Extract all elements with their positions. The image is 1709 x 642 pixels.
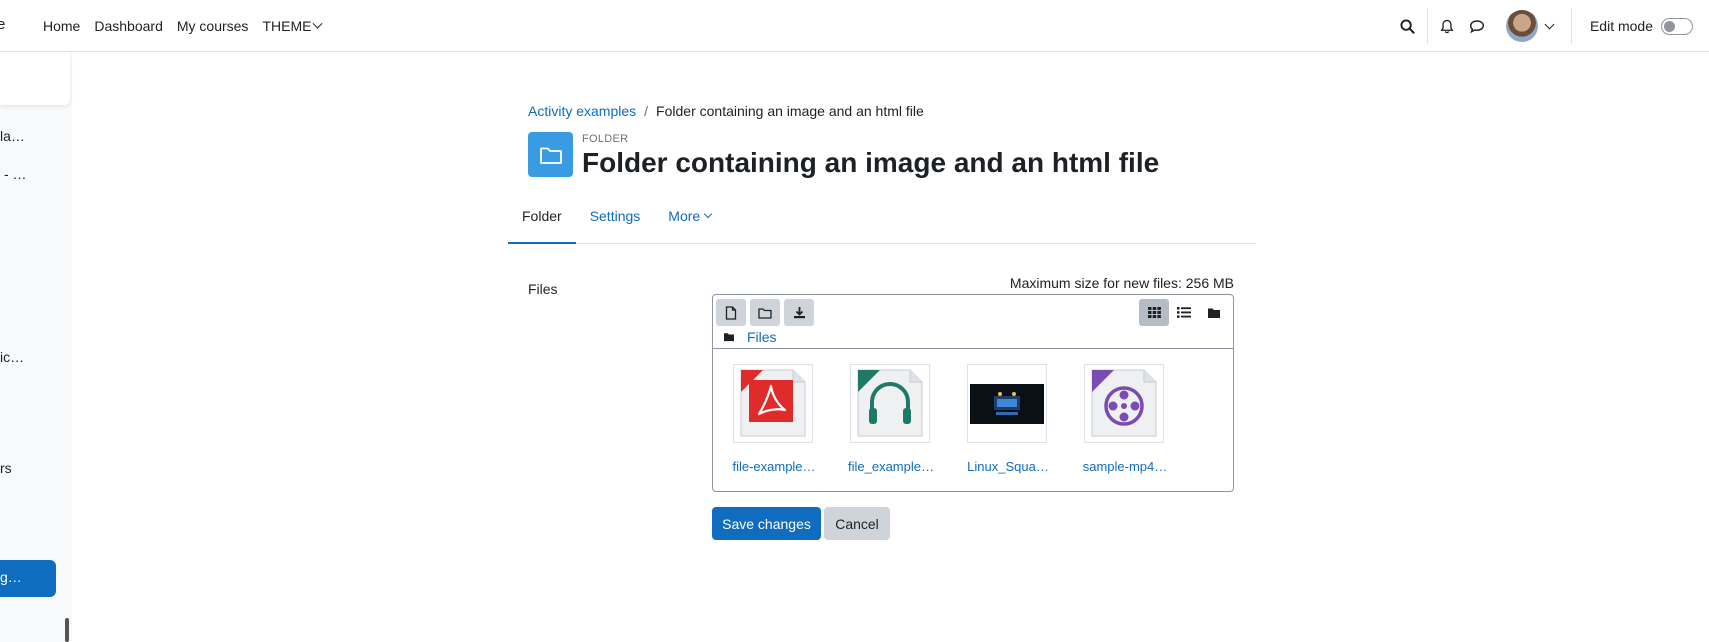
navbar-user-area: Edit mode (1393, 0, 1709, 52)
file-item[interactable]: file-example… (724, 364, 824, 474)
file-icon (725, 305, 737, 320)
add-file-button[interactable] (716, 299, 746, 326)
breadcrumb-separator: / (644, 103, 649, 119)
notifications-button[interactable] (1432, 11, 1462, 41)
pdf-icon (740, 369, 806, 436)
tab-settings[interactable]: Settings (576, 194, 655, 244)
search-icon (1400, 18, 1416, 34)
tab-more-label: More (668, 208, 701, 224)
file-manager-toolbar: Files (713, 295, 1233, 349)
save-changes-button[interactable]: Save changes (712, 507, 821, 540)
edit-mode-label: Edit mode (1589, 18, 1653, 34)
max-size-note: Maximum size for new files: 256 MB (1009, 275, 1234, 291)
drawer-item-active[interactable]: g… (0, 560, 56, 597)
file-name[interactable]: Linux_Squa… (958, 459, 1058, 474)
drawer-item[interactable]: - … (4, 166, 27, 182)
title-block: FOLDER Folder containing an image and an… (582, 132, 1159, 179)
file-name[interactable]: file-example… (724, 459, 824, 474)
nav-dashboard[interactable]: Dashboard (87, 18, 170, 34)
download-icon (793, 307, 805, 319)
navbar-divider (1570, 8, 1572, 44)
view-list-button[interactable] (1169, 299, 1199, 326)
audio-icon (857, 369, 923, 436)
folder-filled-icon (724, 333, 734, 342)
file-name[interactable]: sample-mp4… (1075, 459, 1175, 474)
file-manager-path: Files (723, 329, 777, 345)
file-item[interactable]: file_example… (841, 364, 941, 474)
site-brand[interactable]: e (0, 16, 5, 33)
messages-button[interactable] (1462, 11, 1492, 41)
image-thumbnail (970, 383, 1044, 424)
breadcrumb-current: Folder containing an image and an html f… (656, 103, 924, 119)
navbar-divider (1426, 8, 1428, 44)
path-root-link[interactable]: Files (747, 329, 777, 345)
avatar[interactable] (1505, 10, 1538, 42)
download-all-button[interactable] (784, 299, 814, 326)
file-item[interactable]: Linux_Squa… (958, 364, 1058, 474)
tab-folder[interactable]: Folder (508, 194, 576, 244)
page-header: FOLDER Folder containing an image and an… (528, 132, 1159, 179)
primary-navigation: Home Dashboard My courses THEME (36, 0, 328, 52)
page-title: Folder containing an image and an html f… (582, 147, 1160, 178)
chevron-down-icon (312, 18, 323, 29)
folder-filled-icon (1208, 308, 1220, 318)
file-thumbnail[interactable] (1084, 364, 1164, 443)
file-thumbnail[interactable] (733, 364, 813, 443)
secondary-navigation: Folder Settings More (508, 194, 1256, 244)
file-thumbnail[interactable] (850, 364, 930, 443)
course-index-drawer: la… - … ic… rs g… (0, 52, 72, 642)
view-tree-button[interactable] (1199, 299, 1229, 326)
top-navbar: e Home Dashboard My courses THEME Edit m… (0, 0, 1709, 52)
video-icon (1091, 369, 1157, 436)
chevron-down-icon[interactable] (1544, 19, 1555, 29)
nav-theme-label: THEME (262, 18, 312, 34)
grid-icon (1147, 307, 1161, 318)
toggle-knob (1664, 20, 1675, 32)
edit-mode-toggle[interactable] (1661, 17, 1693, 35)
file-manager: Files file-example… file_example… Linux_… (712, 294, 1234, 492)
files-field-label: Files (528, 281, 558, 297)
drawer-scrollbar[interactable] (65, 618, 69, 642)
breadcrumb: Activity examples / Folder containing an… (528, 103, 924, 119)
nav-home[interactable]: Home (36, 18, 87, 34)
cancel-button[interactable]: Cancel (824, 507, 890, 540)
drawer-header (0, 52, 70, 105)
nav-theme-menu[interactable]: THEME (255, 18, 328, 34)
activity-type-label: FOLDER (582, 133, 629, 145)
activity-icon (528, 132, 573, 177)
nav-my-courses[interactable]: My courses (170, 18, 256, 34)
file-name[interactable]: file_example… (841, 459, 941, 474)
create-folder-button[interactable] (750, 299, 780, 326)
view-icons-button[interactable] (1139, 299, 1169, 326)
bell-icon (1440, 19, 1454, 33)
tab-more[interactable]: More (654, 194, 725, 244)
file-thumbnail[interactable] (967, 364, 1047, 443)
edit-mode-control: Edit mode (1589, 17, 1709, 35)
folder-icon (539, 147, 562, 164)
drawer-item[interactable]: la… (0, 128, 25, 144)
search-button[interactable] (1393, 11, 1423, 41)
file-manager-files: file-example… file_example… Linux_Squa… … (713, 350, 1233, 491)
chevron-down-icon (703, 209, 713, 219)
drawer-item[interactable]: ic… (0, 349, 24, 365)
list-icon (1177, 307, 1191, 318)
folder-icon (758, 307, 772, 319)
chat-bubble-icon (1469, 19, 1484, 33)
file-item[interactable]: sample-mp4… (1075, 364, 1175, 474)
breadcrumb-activity-examples[interactable]: Activity examples (528, 103, 636, 119)
drawer-item[interactable]: rs (0, 460, 12, 476)
